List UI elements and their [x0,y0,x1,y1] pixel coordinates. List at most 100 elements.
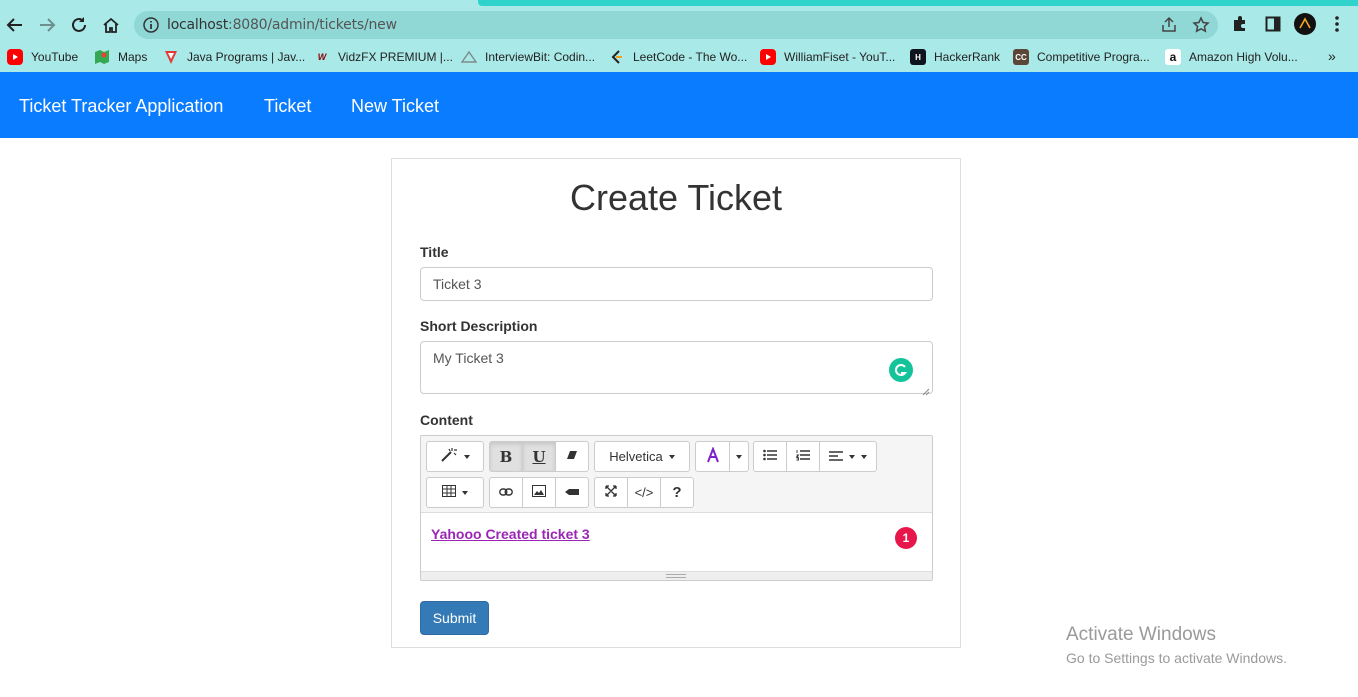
font-color-icon [705,446,721,466]
editor-resize-bar[interactable] [421,571,932,580]
grammarly-issue-badge[interactable]: 1 [895,527,917,549]
amazon-icon: a [1165,49,1181,65]
font-color-dropdown[interactable] [729,441,749,472]
chevron-down-icon [849,454,855,459]
url-text: localhost:8080/admin/tickets/new [167,17,397,33]
chevron-down-icon [464,454,470,459]
navbar-brand[interactable]: Ticket Tracker Application [19,96,223,117]
bookmark-leetcode[interactable]: LeetCode - The Wo... [609,49,747,65]
picture-icon [532,485,546,500]
extensions-puzzle-icon[interactable] [1229,13,1251,35]
browser-tab-strip [0,0,1358,8]
bookmark-java-programs[interactable]: Java Programs | Jav... [163,49,305,65]
bookmark-amazon[interactable]: a Amazon High Volu... [1165,49,1298,65]
fullscreen-button[interactable] [594,477,628,508]
chevron-down-icon [736,454,742,459]
table-icon [442,485,456,500]
side-panel-icon[interactable] [1262,13,1284,35]
bookmarks-bar: YouTube Maps Java Programs | Jav... W Vi… [0,42,1358,72]
url-path: :8080/admin/tickets/new [228,17,397,33]
bookmark-youtube[interactable]: YouTube [7,49,78,65]
align-left-icon [829,449,843,464]
font-family-dropdown[interactable]: Helvetica [594,441,690,472]
bookmark-label: LeetCode - The Wo... [633,50,748,64]
bookmark-maps[interactable]: Maps [94,49,147,65]
grammarly-icon[interactable] [889,358,913,382]
bullet-list-icon [763,449,777,464]
chevron-down-icon [668,454,675,459]
interviewbit-icon [461,49,477,65]
browser-toolbar: localhost:8080/admin/tickets/new [0,8,1358,42]
help-button[interactable]: ? [660,477,694,508]
content-label: Content [420,412,473,428]
insert-picture-button[interactable] [522,477,556,508]
help-label: ? [672,484,682,501]
fullscreen-icon [605,485,617,500]
bookmark-label: Java Programs | Jav... [187,50,306,64]
home-icon[interactable] [99,13,123,37]
underline-button[interactable]: U [522,441,556,472]
insert-video-button[interactable] [555,477,589,508]
font-family-value: Helvetica [609,449,663,464]
bookmark-interviewbit[interactable]: InterviewBit: Codin... [461,49,595,65]
bookmark-label: InterviewBit: Codin... [485,50,596,64]
browser-menu-icon[interactable] [1326,13,1348,35]
nav-link-new-ticket[interactable]: New Ticket [351,96,439,117]
share-icon[interactable] [1160,16,1178,34]
bookmark-vidzfx[interactable]: W VidzFX PREMIUM |... [314,49,453,65]
bookmark-label: Amazon High Volu... [1189,50,1298,64]
code-view-button[interactable]: </> [627,477,661,508]
bookmark-label: Maps [118,50,148,64]
bold-button[interactable]: B [489,441,523,472]
nav-link-ticket[interactable]: Ticket [264,96,311,117]
back-icon[interactable] [3,13,27,37]
font-color-button[interactable] [695,441,730,472]
vidzfx-icon: W [317,52,327,62]
reload-icon[interactable] [67,13,91,37]
cc-icon: CC [1013,49,1029,65]
create-ticket-card: Create Ticket Title Ticket 3 Short Descr… [391,158,961,648]
resize-handle-icon[interactable] [922,383,930,396]
style-dropdown-button[interactable] [426,441,484,472]
bookmark-label: WilliamFiset - YouT... [784,50,896,64]
magic-wand-icon [440,447,458,466]
rich-text-editor: B U Helvetica </> ? Yahooo Created ticke… [420,435,933,581]
hackerrank-icon: H [910,49,926,65]
active-tab-edge [478,0,1358,6]
address-bar[interactable]: localhost:8080/admin/tickets/new [134,11,1218,39]
table-dropdown-button[interactable] [426,477,484,508]
app-navbar: Ticket Tracker Application Ticket New Ti… [0,72,1358,138]
activate-windows-subtitle: Go to Settings to activate Windows. [1066,650,1287,666]
numbered-list-icon [795,449,810,464]
bookmark-williamfiset[interactable]: WilliamFiset - YouT... [760,49,895,65]
title-label: Title [420,244,449,260]
bookmark-label: Competitive Progra... [1037,50,1150,64]
bookmark-star-icon[interactable] [1192,16,1210,34]
insert-link-button[interactable] [489,477,523,508]
code-view-label: </> [634,485,654,500]
forward-icon[interactable] [35,13,59,37]
eraser-icon [566,449,578,464]
bookmark-label: VidzFX PREMIUM |... [338,50,453,64]
short-description-value: My Ticket 3 [433,350,504,366]
paragraph-align-dropdown[interactable] [819,441,877,472]
maps-icon [94,49,110,65]
youtube-icon [7,49,23,65]
more-bookmarks-icon[interactable]: » [1328,48,1336,64]
bookmark-competitive-programming[interactable]: CC Competitive Progra... [1013,49,1150,65]
profile-avatar-icon[interactable] [1294,13,1316,35]
submit-button[interactable]: Submit [420,601,489,635]
unordered-list-button[interactable] [753,441,787,472]
editor-content-text: Yahooo Created ticket 3 [431,526,590,542]
java-programs-icon [163,49,179,65]
site-info-icon[interactable] [142,16,160,34]
title-input-value: Ticket 3 [433,276,482,292]
editor-content-area[interactable]: Yahooo Created ticket 3 1 [421,514,932,571]
title-input[interactable]: Ticket 3 [420,267,933,301]
page-title: Create Ticket [569,177,783,218]
chevron-down-icon [462,490,468,495]
ordered-list-button[interactable] [786,441,820,472]
clear-format-button[interactable] [555,441,589,472]
bookmark-hackerrank[interactable]: H HackerRank [910,49,1000,65]
short-description-textarea[interactable]: My Ticket 3 [420,341,933,396]
